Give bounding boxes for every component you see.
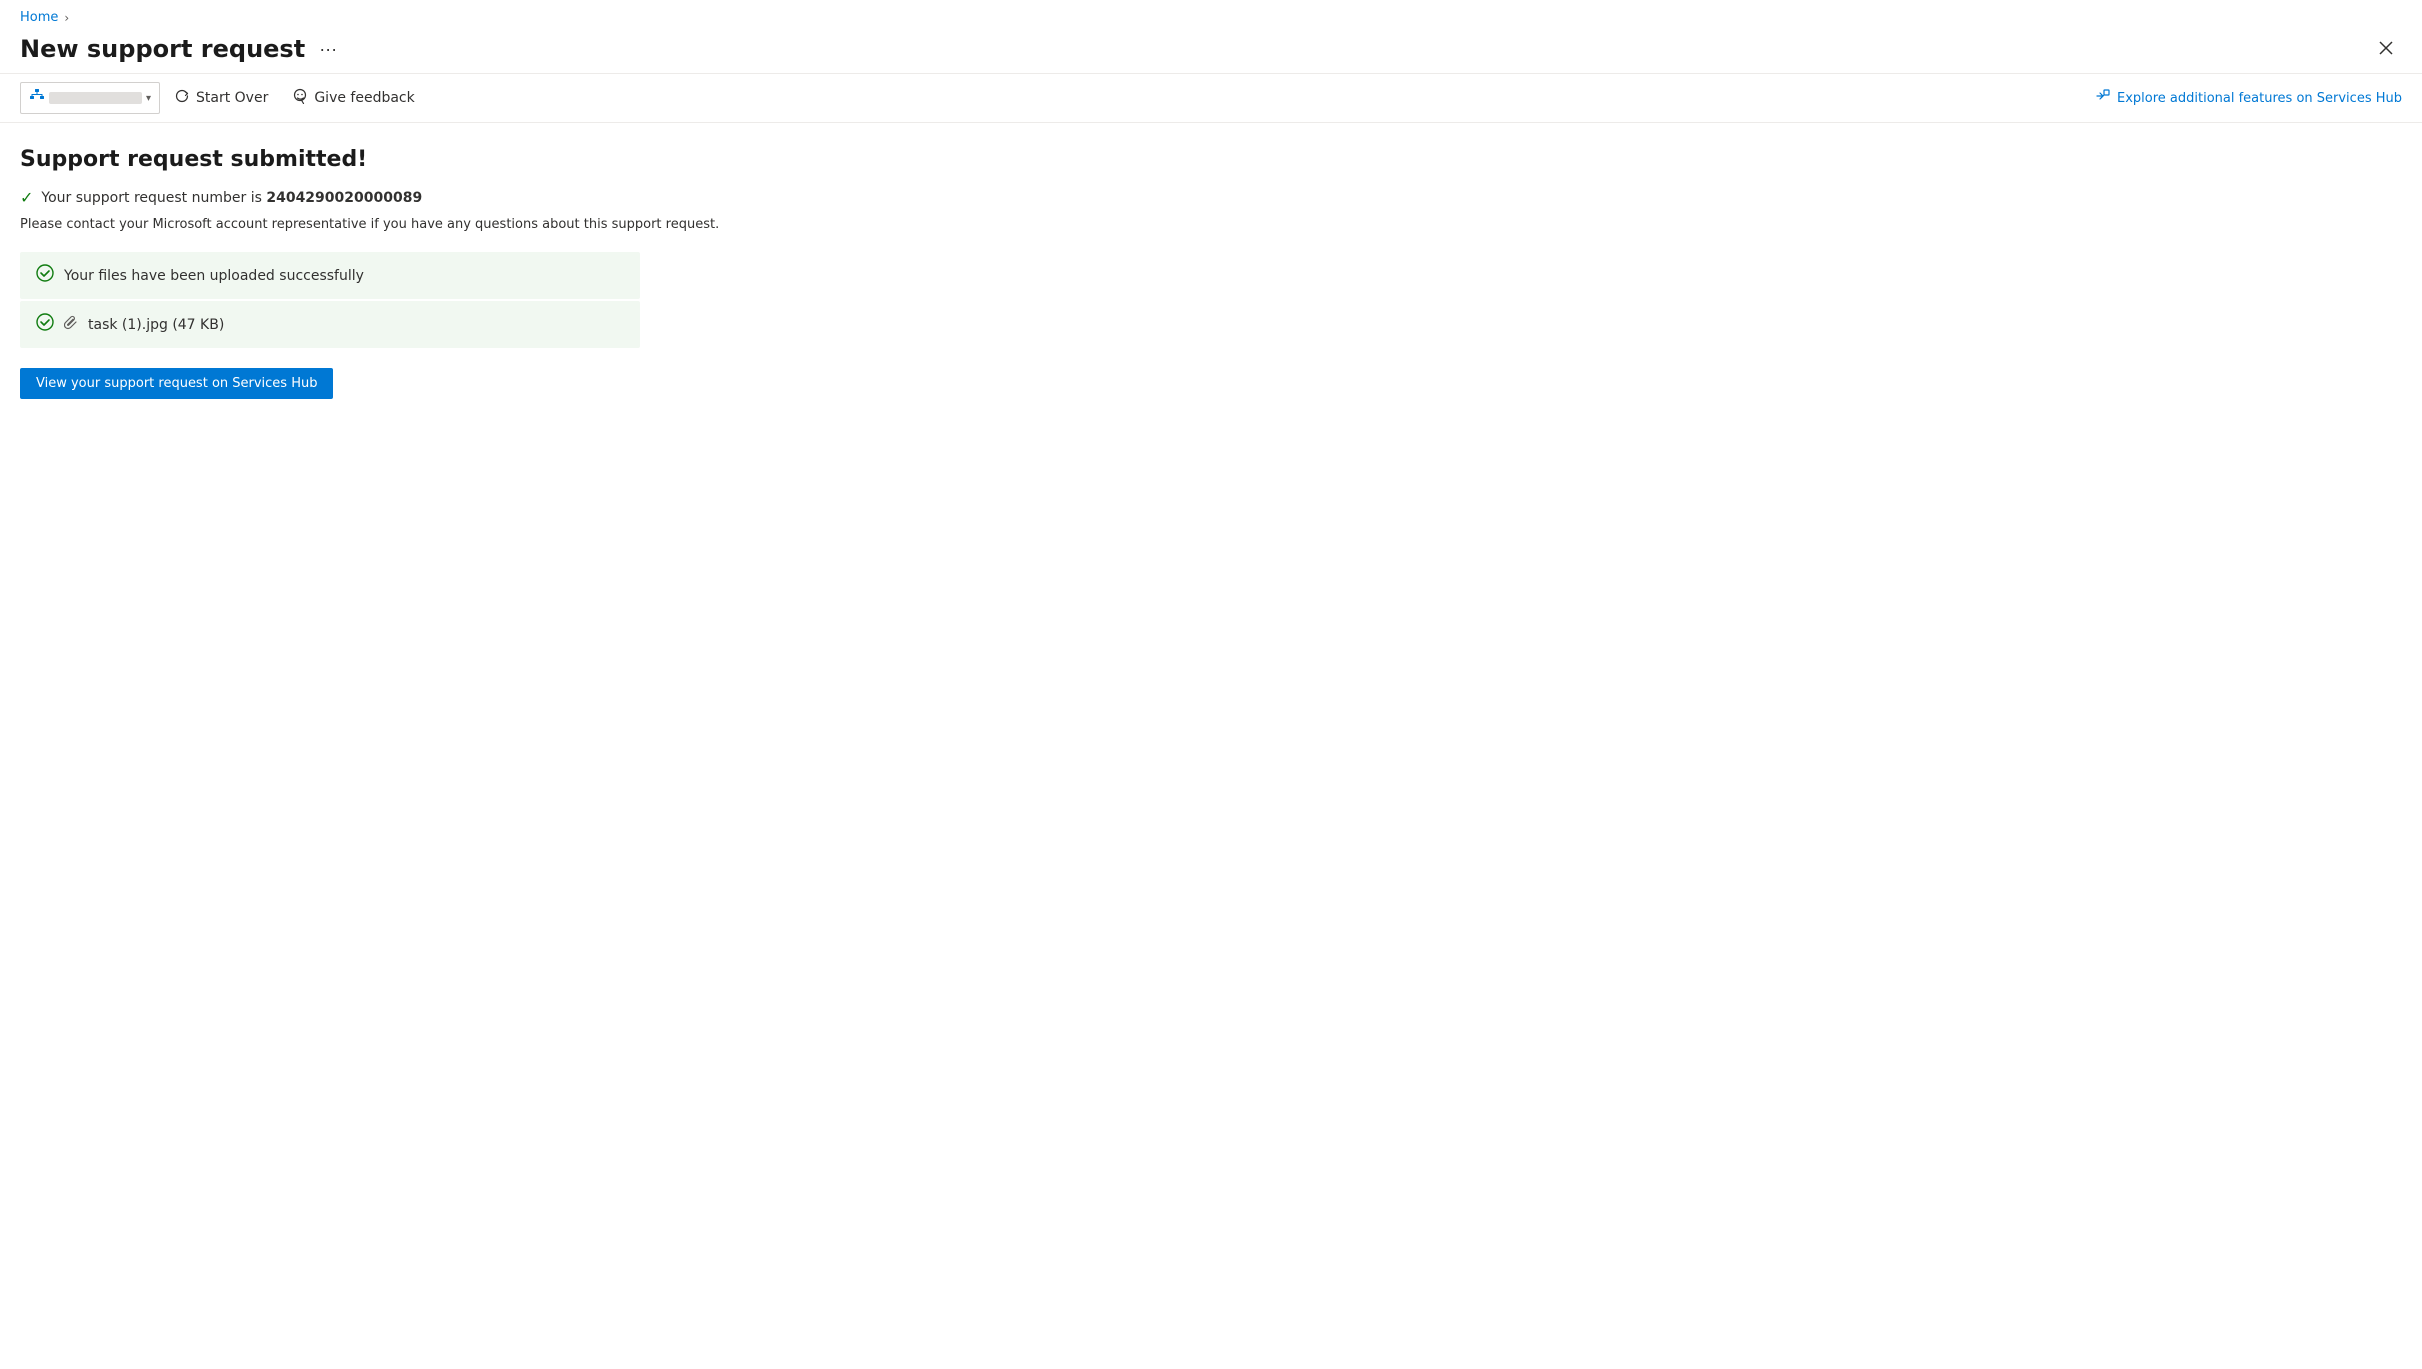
feedback-icon-svg — [292, 88, 308, 104]
give-feedback-label: Give feedback — [314, 90, 414, 106]
chevron-down-icon: ▾ — [146, 93, 151, 104]
view-support-request-button[interactable]: View your support request on Services Hu… — [20, 368, 333, 399]
file-row: task (1).jpg (47 KB) — [36, 313, 624, 336]
upload-success-box: Your files have been uploaded successful… — [20, 252, 640, 299]
close-button[interactable] — [2370, 36, 2402, 63]
success-heading: Support request submitted! — [20, 147, 2402, 172]
external-link-icon — [2095, 88, 2111, 108]
request-number-prefix: Your support request number is — [41, 190, 266, 206]
refresh-icon — [174, 88, 190, 108]
file-success-icon — [36, 313, 54, 336]
check-circle-icon — [36, 264, 54, 282]
close-icon — [2378, 40, 2394, 56]
upload-success-icon — [36, 264, 54, 287]
upload-success-message: Your files have been uploaded successful… — [64, 268, 364, 284]
breadcrumb-separator: › — [64, 11, 69, 25]
breadcrumb: Home › — [0, 0, 2422, 31]
check-icon: ✓ — [20, 188, 33, 207]
feedback-icon — [292, 88, 308, 108]
start-over-label: Start Over — [196, 90, 268, 106]
toolbar-left: ▾ Start Over Gi — [20, 82, 425, 114]
explore-label: Explore additional features on Services … — [2117, 91, 2402, 106]
hierarchy-icon — [29, 88, 45, 104]
file-success-box: task (1).jpg (47 KB) — [20, 301, 640, 348]
main-content: Support request submitted! ✓ Your suppor… — [0, 123, 2422, 423]
scope-text-placeholder — [49, 92, 142, 104]
give-feedback-button[interactable]: Give feedback — [282, 83, 424, 113]
file-name: task (1).jpg (47 KB) — [88, 317, 224, 333]
upload-success-row: Your files have been uploaded successful… — [36, 264, 624, 287]
scope-icon — [29, 88, 45, 108]
page-title-row: New support request ··· — [20, 35, 343, 63]
more-options-button[interactable]: ··· — [313, 37, 343, 62]
toolbar-right: Explore additional features on Services … — [2095, 88, 2402, 108]
info-text: Please contact your Microsoft account re… — [20, 217, 2402, 232]
toolbar: ▾ Start Over Gi — [0, 73, 2422, 123]
explore-services-hub-link[interactable]: Explore additional features on Services … — [2095, 88, 2402, 108]
paperclip-icon — [64, 315, 78, 331]
refresh-icon-svg — [174, 88, 190, 104]
request-number-row: ✓ Your support request number is 2404290… — [20, 188, 2402, 207]
page-header: New support request ··· — [0, 31, 2422, 73]
breadcrumb-home-link[interactable]: Home — [20, 10, 58, 25]
external-link-icon-svg — [2095, 88, 2111, 104]
start-over-button[interactable]: Start Over — [164, 83, 278, 113]
page-title: New support request — [20, 35, 305, 63]
request-number-value: 2404290020000089 — [266, 190, 422, 206]
scope-selector[interactable]: ▾ — [20, 82, 160, 114]
file-check-circle-icon — [36, 313, 54, 331]
file-attachment-icon — [64, 315, 78, 335]
request-number-text: Your support request number is 240429002… — [41, 190, 422, 206]
